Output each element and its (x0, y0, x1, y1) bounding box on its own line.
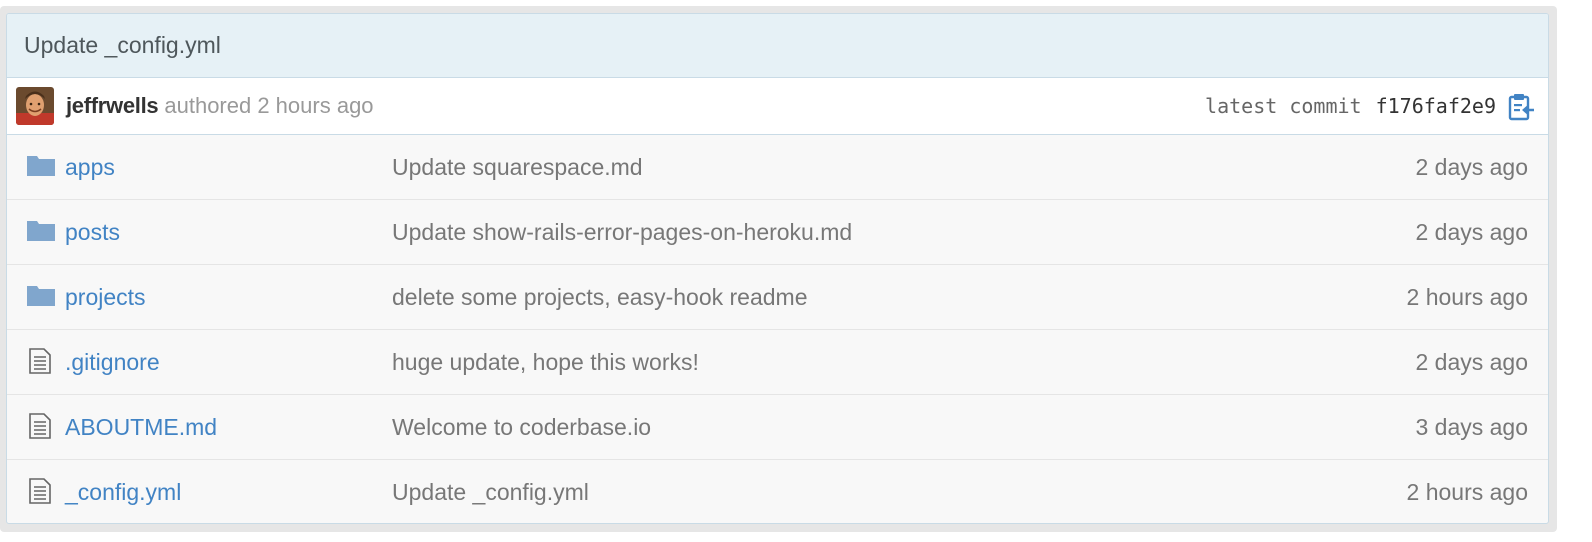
file-name-link[interactable]: apps (65, 154, 115, 181)
file-row: ABOUTME.md Welcome to coderbase.io 3 day… (7, 395, 1548, 460)
file-text-icon (26, 413, 56, 439)
file-commit-message[interactable]: Update _config.yml (392, 479, 589, 506)
file-age: 2 hours ago (1406, 283, 1528, 310)
file-commit-message[interactable]: delete some projects, easy-hook readme (392, 284, 808, 311)
file-commit-message[interactable]: Update squarespace.md (392, 154, 643, 181)
file-age: 2 days ago (1415, 348, 1528, 375)
file-commit-message[interactable]: Welcome to coderbase.io (392, 414, 651, 441)
file-row: apps Update squarespace.md 2 days ago (7, 135, 1548, 200)
commit-author[interactable]: jeffrwells (66, 93, 159, 119)
file-navigation-container: Update _config.yml jeffrwells authored 2… (0, 6, 1557, 532)
file-row: posts Update show-rails-error-pages-on-h… (7, 200, 1548, 265)
file-row: projects delete some projects, easy-hook… (7, 265, 1548, 330)
folder-icon (26, 283, 56, 309)
clipboard-icon[interactable] (1506, 92, 1536, 122)
commit-title: Update _config.yml (7, 14, 1548, 78)
commit-meta: jeffrwells authored 2 hours ago latest c… (7, 78, 1548, 135)
file-row: .gitignore huge update, hope this works!… (7, 330, 1548, 395)
commit-authored-time: authored 2 hours ago (164, 93, 374, 118)
file-commit-message[interactable]: Update show-rails-error-pages-on-heroku.… (392, 219, 852, 246)
commit-sha[interactable]: f176faf2e9 (1376, 94, 1496, 118)
folder-icon (26, 153, 56, 179)
file-text-icon (26, 478, 56, 504)
latest-commit-label: latest commit (1205, 94, 1362, 118)
file-age: 2 hours ago (1406, 479, 1528, 505)
file-name-link[interactable]: .gitignore (65, 349, 160, 376)
file-name-link[interactable]: _config.yml (65, 479, 181, 506)
folder-icon (26, 218, 56, 244)
latest-commit: latest commit f176faf2e9 (1205, 94, 1496, 118)
file-age: 2 days ago (1415, 153, 1528, 180)
file-name-link[interactable]: posts (65, 219, 120, 246)
file-age: 2 days ago (1415, 218, 1528, 245)
file-browser: Update _config.yml jeffrwells authored 2… (6, 13, 1549, 524)
commit-message[interactable]: Update _config.yml (24, 32, 221, 59)
file-name-link[interactable]: projects (65, 284, 146, 311)
file-row: _config.yml Update _config.yml 2 hours a… (7, 460, 1548, 523)
file-name-link[interactable]: ABOUTME.md (65, 414, 217, 441)
file-age: 3 days ago (1415, 413, 1528, 440)
file-commit-message[interactable]: huge update, hope this works! (392, 349, 699, 376)
avatar[interactable] (16, 87, 54, 125)
file-text-icon (26, 348, 56, 374)
file-list: apps Update squarespace.md 2 days ago po… (7, 135, 1548, 523)
